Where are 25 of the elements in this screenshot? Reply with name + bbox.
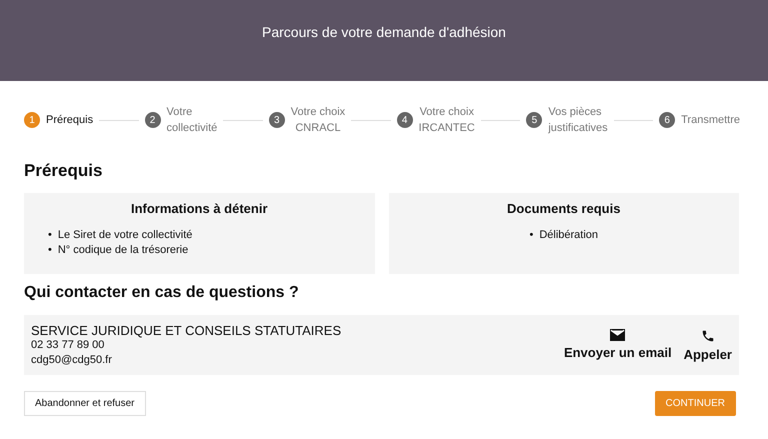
section-title: Prérequis [24, 161, 104, 181]
card-title: Documents requis [506, 201, 622, 216]
card-title: Informations à détenir [130, 201, 269, 216]
step-item[interactable]: 6 Transmettre [659, 112, 740, 128]
envelope-icon [610, 328, 626, 340]
step-item[interactable]: 4 Votre choix IRCANTEC [396, 104, 475, 136]
step-item[interactable]: 2 Votre collectivité [144, 104, 218, 136]
step-item[interactable]: 5 Vos pièces justificatives [526, 104, 608, 136]
email-address: cdg50@cdg50.fr [31, 352, 113, 368]
list-item: Délibération [539, 228, 598, 243]
bullet: • [48, 228, 52, 243]
phone-number: 02 33 77 89 00 [31, 338, 106, 352]
section-title: Qui contacter en cas de questions ? [24, 284, 300, 302]
bullet: • [529, 228, 534, 243]
list-item: N° codique de la trésorerie [58, 243, 188, 258]
list-item: Le Siret de votre collectivité [58, 228, 192, 243]
phone-icon [700, 328, 715, 342]
call-button[interactable]: Appeler [684, 328, 732, 362]
cancel-button[interactable]: Abandonner et refuser [24, 391, 146, 416]
step-item[interactable]: 3 Votre choix CNRACL [268, 104, 346, 136]
email-button[interactable]: Envoyer un email [564, 328, 672, 362]
page-title: Parcours de votre demande d'adhésion [262, 24, 506, 40]
step-item[interactable]: 1 Prérequis [24, 112, 94, 128]
bullet: • [48, 243, 52, 258]
contact-name: SERVICE JURIDIQUE ET CONSEILS STATUTAIRES [31, 322, 342, 338]
